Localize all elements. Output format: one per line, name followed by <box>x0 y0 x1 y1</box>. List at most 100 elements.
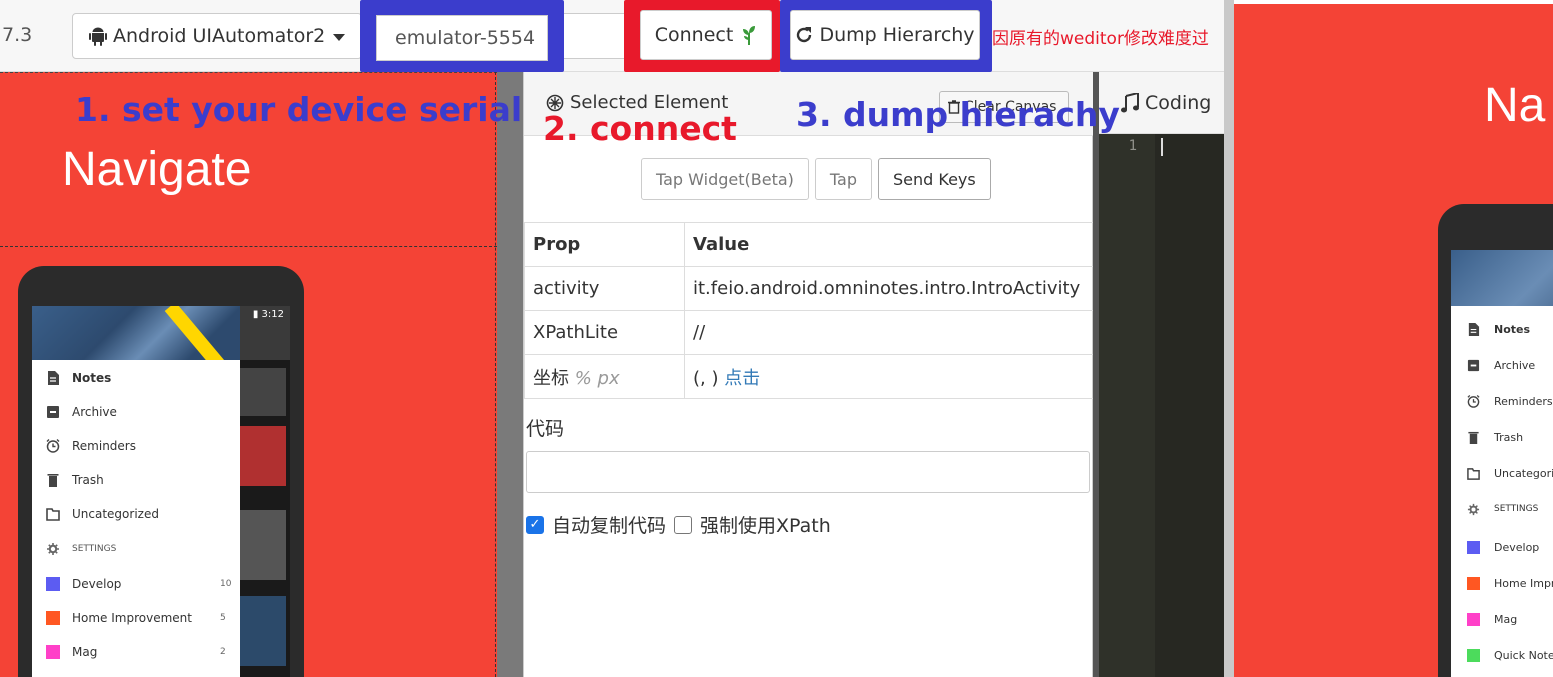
preview-item-trash: Trash <box>1467 428 1523 446</box>
drawer-item-label: Trash <box>72 473 104 487</box>
annotation-step-2: 2. connect <box>543 109 737 148</box>
folder-icon <box>1467 467 1480 480</box>
line-number-gutter: 1 <box>1099 134 1155 677</box>
table-header-row: Prop Value <box>524 222 1094 267</box>
value-cell: // <box>684 310 1094 355</box>
connect-label: Connect <box>654 24 734 46</box>
drawer-item-develop[interactable]: Develop 10 <box>46 574 231 594</box>
inspector-panel: Selected Element Clear Canvas Tap Widget… <box>523 72 1094 677</box>
device-screen-panel[interactable]: Navigate ▮ 3:12 Notes Archive Reminders Tra… <box>0 72 497 677</box>
phone-screen: ▮ 3:12 Notes Archive Reminders Trash Uncateg… <box>32 306 290 677</box>
note-icon <box>46 371 60 385</box>
drawer-item-label: Notes <box>72 371 112 385</box>
drawer-item-label: Develop <box>72 577 122 591</box>
prop-cell: 坐标 % px <box>524 354 685 399</box>
window-divider <box>1224 0 1234 677</box>
archive-icon <box>46 405 60 419</box>
drawer-item-home-improvement[interactable]: Home Improvement 5 <box>46 608 226 628</box>
status-time: 3:12 <box>261 309 284 320</box>
dashed-guide-middle <box>0 246 497 247</box>
auto-copy-checkbox[interactable]: ✓ <box>526 515 544 534</box>
table-row: 坐标 % px (, ) 点击 <box>524 354 1094 399</box>
trash-icon <box>1467 431 1480 444</box>
drawer-item-label: SETTINGS <box>72 544 117 554</box>
preview-item-label: Mag <box>1494 612 1518 626</box>
music-note-icon <box>1121 92 1139 112</box>
table-row: activity it.feio.android.omninotes.intro… <box>524 266 1094 311</box>
properties-table: Prop Value activity it.feio.android.omni… <box>524 222 1094 399</box>
line-number: 1 <box>1128 138 1137 154</box>
annotation-step-1: 1. set your device serial <box>75 90 523 129</box>
panel-splitter[interactable] <box>497 72 523 677</box>
preview-title: Na <box>1484 79 1546 132</box>
square-icon <box>1467 576 1480 590</box>
gear-icon <box>46 542 60 556</box>
device-serial-input[interactable] <box>376 15 548 61</box>
square-icon <box>1467 540 1480 554</box>
serial-input-extension <box>564 13 626 59</box>
prop-cell: XPathLite <box>524 310 685 355</box>
preview-item-develop: Develop <box>1467 538 1539 556</box>
connect-highlight: Connect <box>624 0 780 72</box>
auto-copy-label: 自动复制代码 <box>552 515 667 537</box>
value-cell: it.feio.android.omninotes.intro.IntroAct… <box>684 266 1094 311</box>
drawer-item-notes[interactable]: Notes <box>46 368 111 388</box>
preview-item-label: Quick Note <box>1494 648 1553 662</box>
gear-icon <box>1467 503 1480 516</box>
code-input[interactable] <box>526 451 1090 493</box>
drawer-item-mag[interactable]: Mag 2 <box>46 642 226 662</box>
preview-phone-mockup: Notes Archive Reminders Trash Uncategori SETT… <box>1438 204 1553 677</box>
battery-icon: ▮ <box>252 309 262 320</box>
coord-click-link[interactable]: 点击 <box>724 368 760 389</box>
dashed-guide-right <box>495 72 496 677</box>
drawer-item-reminders[interactable]: Reminders <box>46 436 136 456</box>
preview-item-archive: Archive <box>1467 356 1535 374</box>
action-buttons: Tap Widget(Beta) Tap Send Keys <box>641 158 991 200</box>
drawer-item-archive[interactable]: Archive <box>46 402 117 422</box>
status-bar: ▮ 3:12 <box>210 306 290 326</box>
dump-hierarchy-button[interactable]: Dump Hierarchy <box>790 10 980 60</box>
drawer-item-settings[interactable]: SETTINGS <box>46 539 116 559</box>
preview-drawer-header <box>1451 250 1553 306</box>
dashed-guide-top <box>0 72 497 73</box>
preview-item-label: Notes <box>1494 322 1531 336</box>
preview-item-label: SETTINGS <box>1494 504 1539 514</box>
force-xpath-checkbox[interactable] <box>674 515 693 534</box>
preview-item-settings: SETTINGS <box>1467 500 1538 518</box>
platform-select[interactable]: Android UIAutomator2 <box>72 13 362 59</box>
column-header-prop: Prop <box>524 222 685 267</box>
annotation-step-3: 3. dump hierachy <box>796 95 1120 134</box>
preview-item-quick-note: Quick Note <box>1467 646 1553 664</box>
preview-item-label: Uncategori <box>1494 466 1553 480</box>
version-label: 7.3 <box>2 24 33 46</box>
tap-button[interactable]: Tap <box>814 158 872 200</box>
top-toolbar: 7.3 Android UIAutomator2 Connect <box>0 0 1230 72</box>
coding-label: Coding <box>1145 91 1212 114</box>
tap-widget-button[interactable]: Tap Widget(Beta) <box>641 158 809 200</box>
code-label: 代码 <box>526 418 565 440</box>
preview-item-label: Reminders <box>1494 394 1553 408</box>
drawer-item-label: Reminders <box>72 439 136 453</box>
drawer-item-count: 5 <box>220 613 226 623</box>
archive-icon <box>1467 359 1480 372</box>
preview-item-label: Home Impr <box>1494 576 1553 590</box>
notes-background <box>240 360 290 677</box>
square-icon <box>46 611 60 625</box>
preview-item-mag: Mag <box>1467 610 1517 628</box>
connect-button[interactable]: Connect <box>640 10 772 60</box>
drawer-item-count: 2 <box>220 647 226 657</box>
drawer-item-label: Mag <box>72 645 98 659</box>
editor-cursor[interactable] <box>1161 138 1163 156</box>
option-checkboxes: ✓ 自动复制代码 强制使用XPath <box>526 511 831 538</box>
dump-highlight: Dump Hierarchy <box>780 0 992 72</box>
preview-item-label: Develop <box>1494 540 1540 554</box>
square-icon <box>46 577 60 591</box>
send-keys-button[interactable]: Send Keys <box>878 158 991 200</box>
drawer-item-uncategorized[interactable]: Uncategorized <box>46 504 159 524</box>
drawer-item-label: Uncategorized <box>72 507 159 521</box>
note-thumb-4 <box>240 596 286 666</box>
preview-item-home-impr: Home Impr <box>1467 574 1553 592</box>
note-thumb-1 <box>240 368 286 416</box>
value-cell: (, ) 点击 <box>684 354 1094 399</box>
drawer-item-trash[interactable]: Trash <box>46 470 104 490</box>
